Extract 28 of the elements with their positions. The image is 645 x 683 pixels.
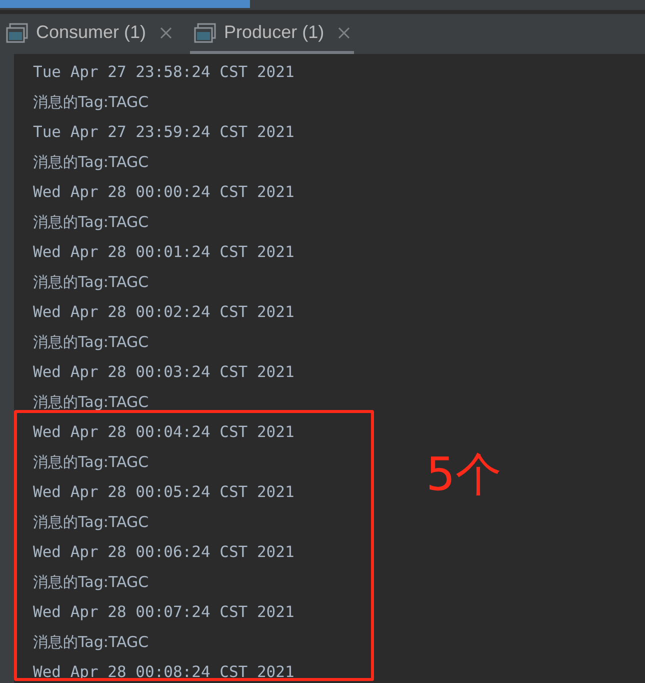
timestamp-line: Wed Apr 28 00:07:24 CST 2021	[33, 603, 294, 621]
log-message: 消息的Tag:TAGC	[33, 93, 149, 111]
timestamp-line: Wed Apr 28 00:00:24 CST 2021	[33, 183, 294, 201]
timestamp-line: Tue Apr 27 23:58:24 CST 2021	[33, 63, 294, 81]
log-message: 消息的Tag:TAGC	[33, 393, 149, 411]
timestamp-line: Wed Apr 28 00:06:24 CST 2021	[33, 543, 294, 561]
log-message: 消息的Tag:TAGC	[33, 573, 149, 591]
timestamp-line: Tue Apr 27 23:59:24 CST 2021	[33, 123, 294, 141]
annotation-label: 5个	[426, 446, 502, 502]
log-message: 消息的Tag:TAGC	[33, 333, 149, 351]
log-message: 消息的Tag:TAGC	[33, 213, 149, 231]
log-message: 消息的Tag:TAGC	[33, 633, 149, 651]
console-window-icon	[6, 22, 28, 42]
timestamp-line: Wed Apr 28 00:04:24 CST 2021	[33, 423, 294, 441]
log-message: 消息的Tag:TAGC	[33, 513, 149, 531]
timestamp-line: Wed Apr 28 00:08:24 CST 2021	[33, 663, 294, 681]
close-icon[interactable]	[338, 26, 350, 38]
log-message: 消息的Tag:TAGC	[33, 153, 149, 171]
console-window-icon	[194, 22, 216, 42]
log-message: 消息的Tag:TAGC	[33, 273, 149, 291]
console-tab[interactable]: Consumer (1)	[4, 14, 174, 54]
timestamp-line: Wed Apr 28 00:03:24 CST 2021	[33, 363, 294, 381]
console-tab[interactable]: Producer (1)	[190, 14, 354, 54]
timestamp-line: Wed Apr 28 00:02:24 CST 2021	[33, 303, 294, 321]
close-icon[interactable]	[160, 26, 172, 38]
log-message: 消息的Tag:TAGC	[33, 453, 149, 471]
timestamp-line: Wed Apr 28 00:05:24 CST 2021	[33, 483, 294, 501]
timestamp-line: Wed Apr 28 00:01:24 CST 2021	[33, 243, 294, 261]
